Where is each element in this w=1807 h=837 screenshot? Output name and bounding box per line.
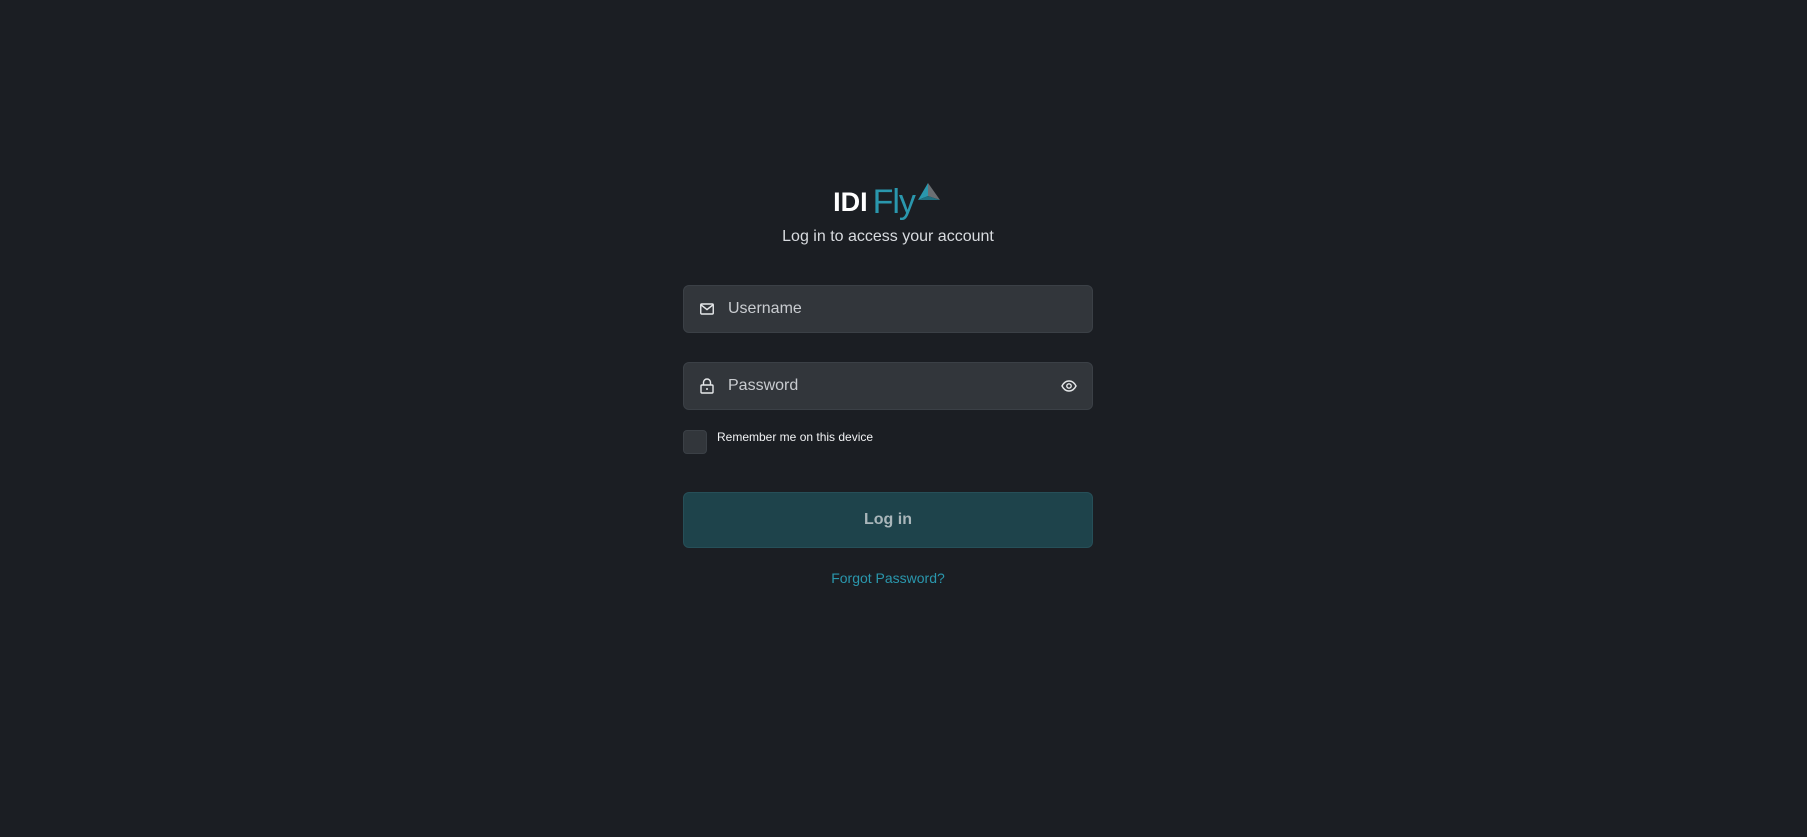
- remember-me-label[interactable]: Remember me on this device: [717, 430, 873, 444]
- login-button[interactable]: Log in: [683, 492, 1093, 548]
- remember-me-row: Remember me on this device: [683, 430, 1093, 456]
- username-input[interactable]: [715, 286, 1092, 332]
- password-input[interactable]: [715, 363, 1060, 409]
- username-field[interactable]: [683, 285, 1093, 333]
- remember-me-checkbox[interactable]: [683, 430, 707, 454]
- envelope-icon: [699, 301, 715, 317]
- paper-plane-icon: [917, 183, 940, 200]
- lock-icon: [699, 378, 715, 394]
- logo-text-bold: IDI: [833, 187, 868, 217]
- page-subtitle: Log in to access your account: [782, 228, 994, 245]
- brand-logo: IDI Fly: [683, 180, 1093, 220]
- login-card: IDI Fly Log in to access your account Us…: [683, 180, 1093, 586]
- logo-text-light: Fly: [872, 183, 916, 221]
- password-field[interactable]: [683, 362, 1093, 410]
- eye-icon[interactable]: [1060, 377, 1078, 395]
- login-page: IDI Fly Log in to access your account Us…: [0, 0, 1807, 837]
- forgot-password-link[interactable]: Forgot Password?: [683, 570, 1093, 586]
